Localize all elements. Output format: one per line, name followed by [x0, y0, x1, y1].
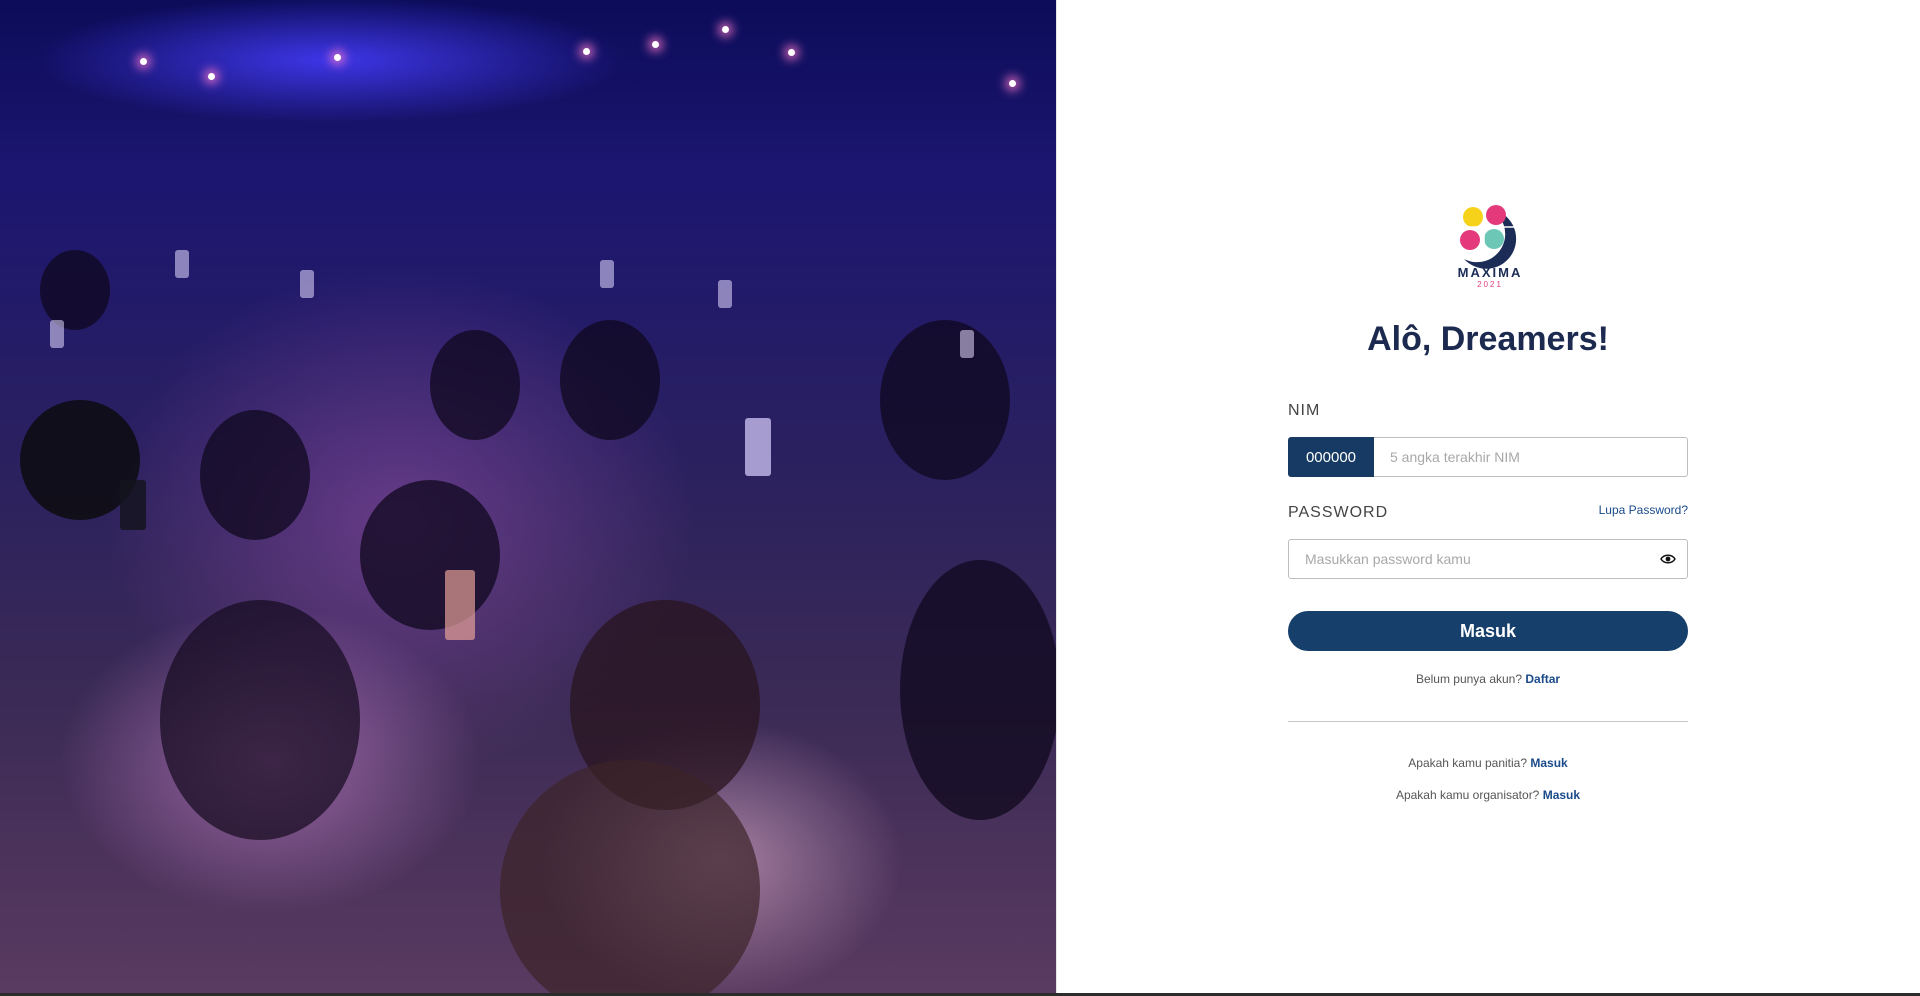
nim-prefix: 000000: [1288, 437, 1374, 477]
crowd-head: [500, 760, 760, 993]
panitia-text: Apakah kamu panitia?: [1408, 756, 1528, 770]
signup-prompt: Belum punya akun? Daftar: [1288, 672, 1688, 686]
signup-text: Belum punya akun?: [1415, 672, 1523, 686]
crowd-head: [560, 320, 660, 440]
nim-field-group: 000000: [1288, 437, 1688, 477]
divider: [1288, 721, 1688, 722]
password-input[interactable]: [1288, 539, 1688, 579]
crowd-head: [360, 480, 500, 630]
crowd-phone: [50, 320, 64, 348]
password-field-group: [1288, 539, 1688, 579]
crowd-phone: [960, 330, 974, 358]
crowd-phone: [600, 260, 614, 288]
stage-light: [583, 48, 590, 55]
password-label: PASSWORD: [1288, 504, 1389, 521]
nim-input[interactable]: [1374, 437, 1688, 477]
page-title: Alô, Dreamers!: [1367, 320, 1609, 358]
panitia-prompt: Apakah kamu panitia? Masuk: [1288, 756, 1688, 770]
nim-label: NIM: [1288, 402, 1321, 419]
stage-light: [140, 58, 147, 65]
stage-light: [722, 26, 729, 33]
brand-name: MAXIMA: [1457, 265, 1523, 280]
hero-crowd-image: [0, 0, 1056, 993]
organisator-login-link[interactable]: Masuk: [1543, 788, 1580, 802]
crowd-head: [40, 250, 110, 330]
crowd-head: [430, 330, 520, 440]
organisator-prompt: Apakah kamu organisator? Masuk: [1288, 788, 1688, 802]
eye-icon[interactable]: [1660, 551, 1676, 567]
crowd-head: [880, 320, 1010, 480]
crowd-head: [160, 600, 360, 840]
stage-light: [788, 49, 795, 56]
panitia-login-link[interactable]: Masuk: [1530, 756, 1567, 770]
signup-link[interactable]: Daftar: [1525, 672, 1560, 686]
crowd-head: [200, 410, 310, 540]
crowd-phone: [445, 570, 475, 640]
stage-light: [334, 54, 341, 61]
crowd-phone: [175, 250, 189, 278]
organisator-text: Apakah kamu organisator?: [1395, 788, 1540, 802]
stage-light: [1009, 80, 1016, 87]
crowd-head: [900, 560, 1056, 820]
brand-year: 2021: [1477, 280, 1503, 289]
login-button[interactable]: Masuk: [1288, 611, 1688, 651]
crowd-phone: [300, 270, 314, 298]
stage-light: [208, 73, 215, 80]
stage-light: [652, 41, 659, 48]
forgot-password-link[interactable]: Lupa Password?: [1599, 503, 1688, 517]
crowd-phone: [745, 418, 771, 476]
crowd-phone: [718, 280, 732, 308]
panel-divider: [1056, 0, 1057, 993]
crowd-phone: [120, 480, 146, 530]
